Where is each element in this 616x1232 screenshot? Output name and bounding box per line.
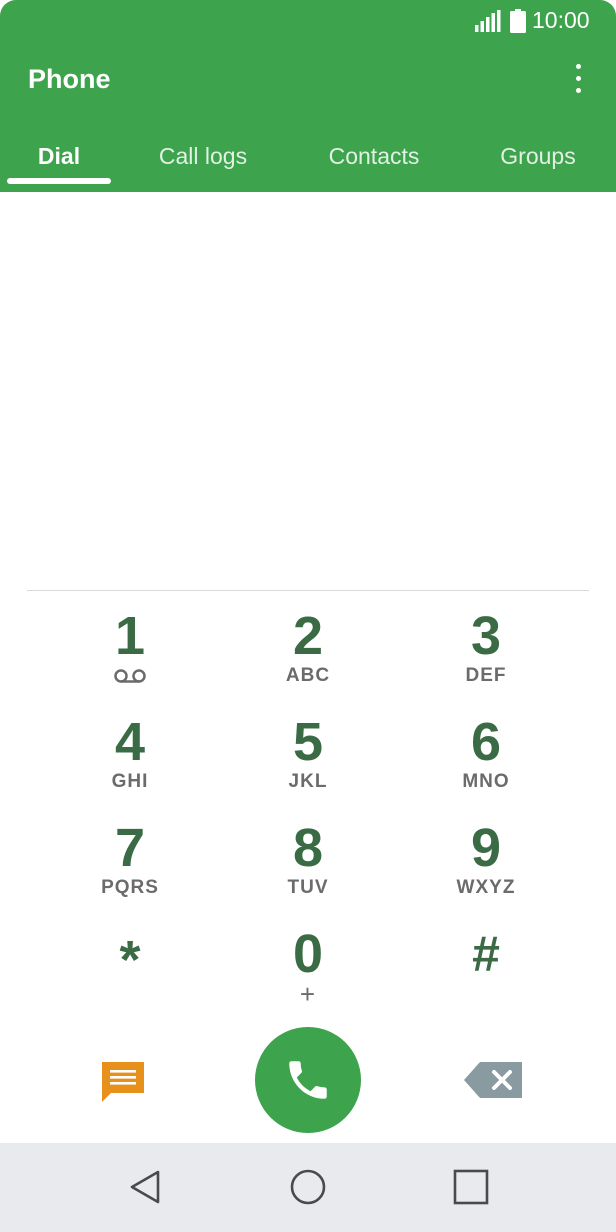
key-digit: 1 (114, 606, 146, 666)
call-button[interactable] (255, 1027, 361, 1133)
key-digit: 2 (292, 606, 324, 666)
recents-square-icon[interactable] (451, 1167, 491, 1207)
key-digit: 4 (114, 712, 146, 772)
tab-indicator (7, 178, 111, 184)
dial-key-star[interactable]: * (41, 924, 219, 1028)
number-display[interactable] (0, 192, 616, 590)
key-digit: 8 (292, 818, 324, 878)
back-triangle-icon[interactable] (126, 1167, 166, 1207)
key-digit: * (119, 930, 141, 990)
key-digit: 6 (470, 712, 502, 772)
battery-icon (510, 9, 526, 33)
dial-key-7[interactable]: 7 PQRS (41, 818, 219, 922)
dial-key-8[interactable]: 8 TUV (219, 818, 397, 922)
dial-action-row (0, 1026, 616, 1136)
app-header: 10:00 Phone Dial Call logs Contacts Grou… (0, 0, 616, 192)
system-nav-bar (0, 1143, 616, 1232)
dial-key-2[interactable]: 2 ABC (219, 606, 397, 710)
key-letters: JKL (288, 771, 328, 792)
more-vert-icon[interactable] (560, 56, 596, 100)
tab-bar: Dial Call logs Contacts Groups (0, 130, 616, 192)
voicemail-icon (114, 669, 146, 683)
tab-call-logs[interactable]: Call logs (135, 130, 271, 182)
key-letters: PQRS (101, 877, 159, 898)
dial-key-6[interactable]: 6 MNO (397, 712, 575, 816)
page-title: Phone (28, 64, 111, 94)
tab-groups[interactable]: Groups (476, 130, 600, 182)
dial-key-hash[interactable]: # (397, 924, 575, 1028)
status-clock: 10:00 (532, 7, 590, 33)
key-letters: GHI (111, 771, 149, 792)
key-digit: 3 (470, 606, 502, 666)
home-circle-icon[interactable] (288, 1167, 328, 1207)
message-icon[interactable] (100, 1060, 146, 1102)
key-letters: TUV (287, 877, 329, 898)
dial-key-0[interactable]: 0 + (219, 924, 397, 1028)
dial-key-5[interactable]: 5 JKL (219, 712, 397, 816)
phone-icon (289, 1061, 327, 1099)
key-letters: ABC (285, 665, 331, 686)
dial-key-4[interactable]: 4 GHI (41, 712, 219, 816)
key-letters: + (299, 979, 317, 1009)
key-letters: MNO (462, 771, 510, 792)
tab-dial[interactable]: Dial (7, 130, 111, 182)
status-bar: 10:00 (0, 0, 616, 44)
dial-key-9[interactable]: 9 WXYZ (397, 818, 575, 922)
dial-key-1[interactable]: 1 (41, 606, 219, 710)
key-digit: # (472, 926, 500, 982)
key-digit: 0 (292, 924, 324, 984)
key-digit: 5 (292, 712, 324, 772)
backspace-icon[interactable] (464, 1062, 522, 1098)
dial-key-3[interactable]: 3 DEF (397, 606, 575, 710)
signal-icon (475, 10, 501, 32)
tab-contacts[interactable]: Contacts (300, 130, 448, 182)
key-letters: DEF (465, 665, 507, 686)
divider (27, 590, 589, 591)
key-letters: WXYZ (456, 877, 516, 898)
key-digit: 7 (114, 818, 146, 878)
key-digit: 9 (470, 818, 502, 878)
